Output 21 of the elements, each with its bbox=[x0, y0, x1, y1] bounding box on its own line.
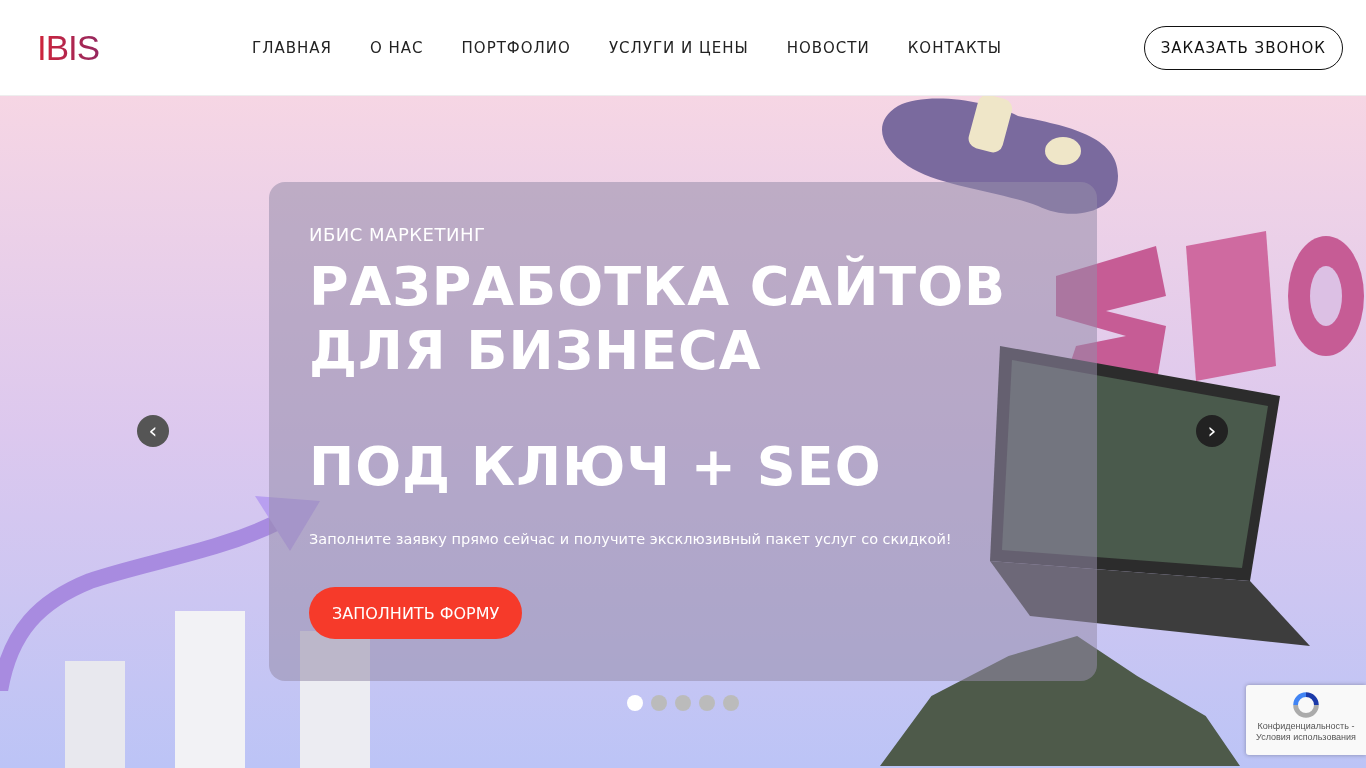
nav-link[interactable]: ГЛАВНАЯ bbox=[252, 38, 332, 57]
recaptcha-icon bbox=[1290, 689, 1322, 721]
fill-form-button[interactable]: ЗАПОЛНИТЬ ФОРМУ bbox=[309, 587, 523, 639]
nav-link[interactable]: УСЛУГИ И ЦЕНЫ bbox=[608, 38, 749, 57]
previous-slide-button[interactable]: ‹ bbox=[137, 415, 169, 447]
nav-link[interactable]: НОВОСТИ bbox=[786, 38, 870, 57]
call-request-button[interactable]: ЗАКАЗАТЬ ЗВОНОК bbox=[1143, 25, 1343, 70]
company-name: ИБИС МАРКЕТИНГ bbox=[309, 224, 486, 245]
slide-dot[interactable] bbox=[675, 695, 691, 711]
hero-subtitle: Заполните заявку прямо сейчас и получите эксклюзивный пакет услуг со скидкой! bbox=[309, 531, 952, 547]
hero-heading-line: ДЛЯ БИЗНЕСА bbox=[309, 319, 762, 383]
nav-link[interactable]: КОНТАКТЫ bbox=[907, 38, 1002, 57]
slide-dot[interactable] bbox=[723, 695, 739, 711]
slide-dot[interactable] bbox=[651, 695, 667, 711]
recaptcha-legal-text: Конфиденциальность - Условия использования bbox=[1255, 721, 1357, 743]
slide-dot[interactable] bbox=[699, 695, 715, 711]
slide-dot[interactable] bbox=[627, 695, 643, 711]
nav-link[interactable]: ПОРТФОЛИО bbox=[461, 38, 571, 57]
hero-heading-line: РАЗРАБОТКА САЙТОВ bbox=[309, 255, 1007, 319]
hero-heading-line: ПОД КЛЮЧ + SEO bbox=[309, 435, 882, 499]
nav-link[interactable]: О НАС bbox=[369, 38, 424, 57]
